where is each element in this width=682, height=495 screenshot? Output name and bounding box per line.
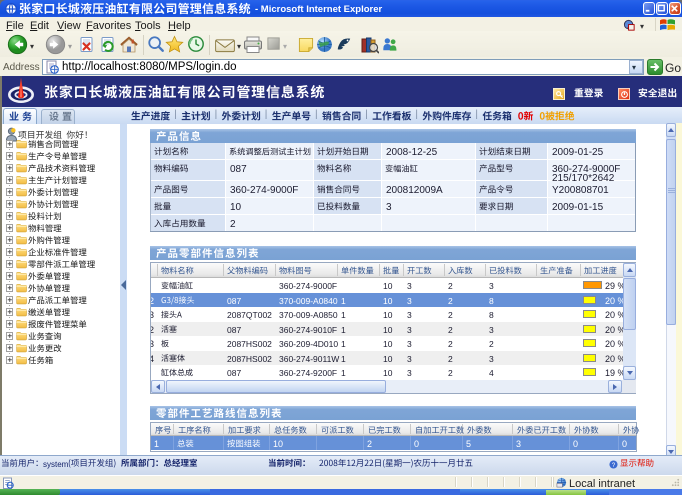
svg-text:?: ?	[612, 461, 616, 468]
